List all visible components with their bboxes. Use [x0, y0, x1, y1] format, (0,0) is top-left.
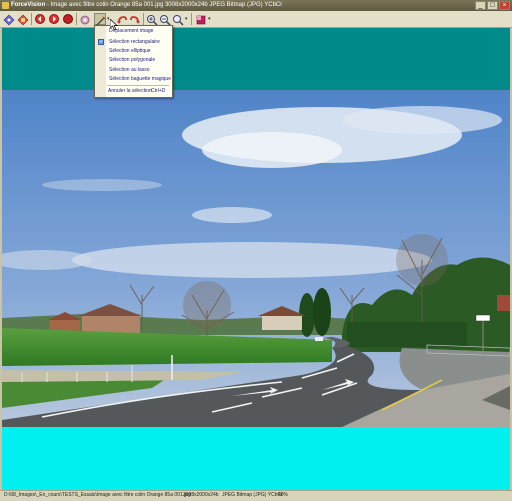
status-bar: D:\08_Images\_En_cours\TESTS_Essais\Imag… — [0, 490, 512, 501]
app-name: ForceVision — [11, 2, 46, 8]
app-icon — [2, 2, 9, 9]
selection-mode-menu: Déplacement image ✓ Sélection rectangulai… — [94, 25, 173, 98]
window-title-details: - Image avec filtre colin Orange 85a 001… — [45, 2, 283, 8]
back-icon[interactable] — [34, 13, 46, 25]
forward-icon[interactable] — [48, 13, 60, 25]
landscape-photo — [2, 90, 510, 427]
close-button[interactable]: × — [499, 1, 510, 10]
minimize-button[interactable]: _ — [475, 1, 486, 10]
status-dimensions: 3008x2000x24b — [183, 492, 219, 498]
canvas-top-band — [2, 28, 510, 90]
window-title: ForceVision - Image avec filtre colin Or… — [11, 0, 282, 11]
shortcut-label: Ctrl+D — [151, 88, 166, 94]
save-icon[interactable] — [17, 13, 29, 26]
selection-tool-icon[interactable] — [94, 13, 106, 26]
menu-item-elliptical-selection[interactable]: Sélection elliptique — [95, 47, 172, 55]
zoom-icon[interactable] — [172, 13, 184, 26]
status-file-path: D:\08_Images\_En_cours\TESTS_Essais\Imag… — [4, 492, 191, 498]
image-canvas[interactable] — [2, 90, 510, 427]
redo-icon[interactable] — [129, 13, 141, 25]
menu-item-cancel-selection[interactable]: Annuler la sélection Ctrl+D — [95, 87, 172, 95]
zoom-in-icon[interactable] — [146, 13, 158, 26]
toolbar: ▾ ▾ ▾ — [0, 11, 512, 28]
open-icon[interactable] — [3, 13, 15, 26]
menu-item-rectangular-selection[interactable]: ✓ Sélection rectangulaire — [95, 38, 172, 46]
title-bar: ForceVision - Image avec filtre colin Or… — [0, 0, 512, 11]
menu-item-magic-wand-selection[interactable]: Sélection baguette magique — [95, 75, 172, 83]
record-icon[interactable] — [62, 13, 74, 25]
color-icon[interactable] — [195, 13, 207, 25]
menu-item-lasso-selection[interactable]: Sélection au lasso — [95, 66, 172, 74]
status-format: JPEG Bitmap (JPG) YCbCr — [222, 492, 283, 498]
mouse-cursor-icon — [110, 19, 118, 30]
menu-item-move-image[interactable]: Déplacement image — [95, 27, 172, 35]
menu-item-polygonal-selection[interactable]: Sélection polygonale — [95, 56, 172, 64]
settings-icon[interactable] — [79, 13, 91, 25]
checkmark-icon: ✓ — [98, 39, 104, 45]
status-zoom: 40% — [278, 492, 289, 498]
maximize-button[interactable]: □ — [487, 1, 498, 10]
zoom-out-icon[interactable] — [159, 13, 171, 26]
canvas-bottom-band — [2, 427, 510, 490]
